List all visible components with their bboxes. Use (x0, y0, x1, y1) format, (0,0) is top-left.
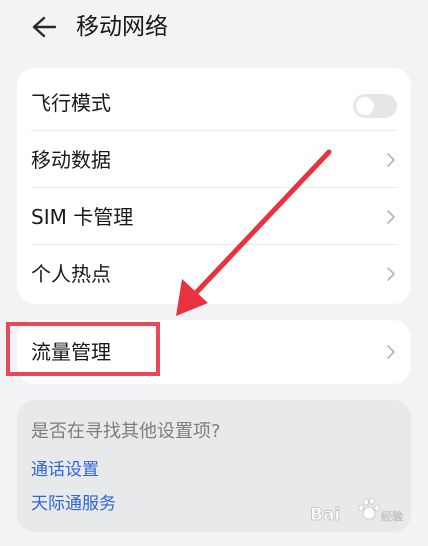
sim-management-row[interactable]: SIM 卡管理 (17, 188, 411, 245)
personal-hotspot-row[interactable]: 个人热点 (17, 245, 411, 302)
chevron-right-icon (387, 210, 395, 224)
toggle-knob (356, 97, 374, 115)
mobile-data-row[interactable]: 移动数据 (17, 131, 411, 188)
header-bar: 移动网络 (0, 0, 428, 56)
airplane-mode-toggle[interactable] (353, 94, 397, 118)
traffic-management-label: 流量管理 (31, 340, 111, 364)
call-settings-link[interactable]: 通话设置 (31, 457, 99, 483)
traffic-management-row[interactable]: 流量管理 (17, 320, 411, 384)
airplane-mode-row[interactable]: 飞行模式 (17, 74, 411, 131)
airplane-mode-label: 飞行模式 (31, 91, 111, 115)
chevron-right-icon (387, 267, 395, 281)
arrow-left-icon[interactable] (28, 12, 58, 42)
mobile-data-label: 移动数据 (31, 148, 111, 172)
personal-hotspot-label: 个人热点 (31, 262, 111, 286)
traffic-card: 流量管理 (17, 320, 411, 384)
page-title: 移动网络 (76, 14, 168, 40)
settings-card: 飞行模式 移动数据 SIM 卡管理 个人热点 (17, 68, 411, 304)
chevron-right-icon (387, 153, 395, 167)
suggestions-title: 是否在寻找其他设置项? (31, 421, 221, 442)
sim-management-label: SIM 卡管理 (31, 205, 134, 229)
skytone-service-link[interactable]: 天际通服务 (31, 491, 116, 517)
chevron-right-icon (387, 345, 395, 359)
suggestions-card: 是否在寻找其他设置项? 通话设置 天际通服务 (17, 400, 411, 532)
